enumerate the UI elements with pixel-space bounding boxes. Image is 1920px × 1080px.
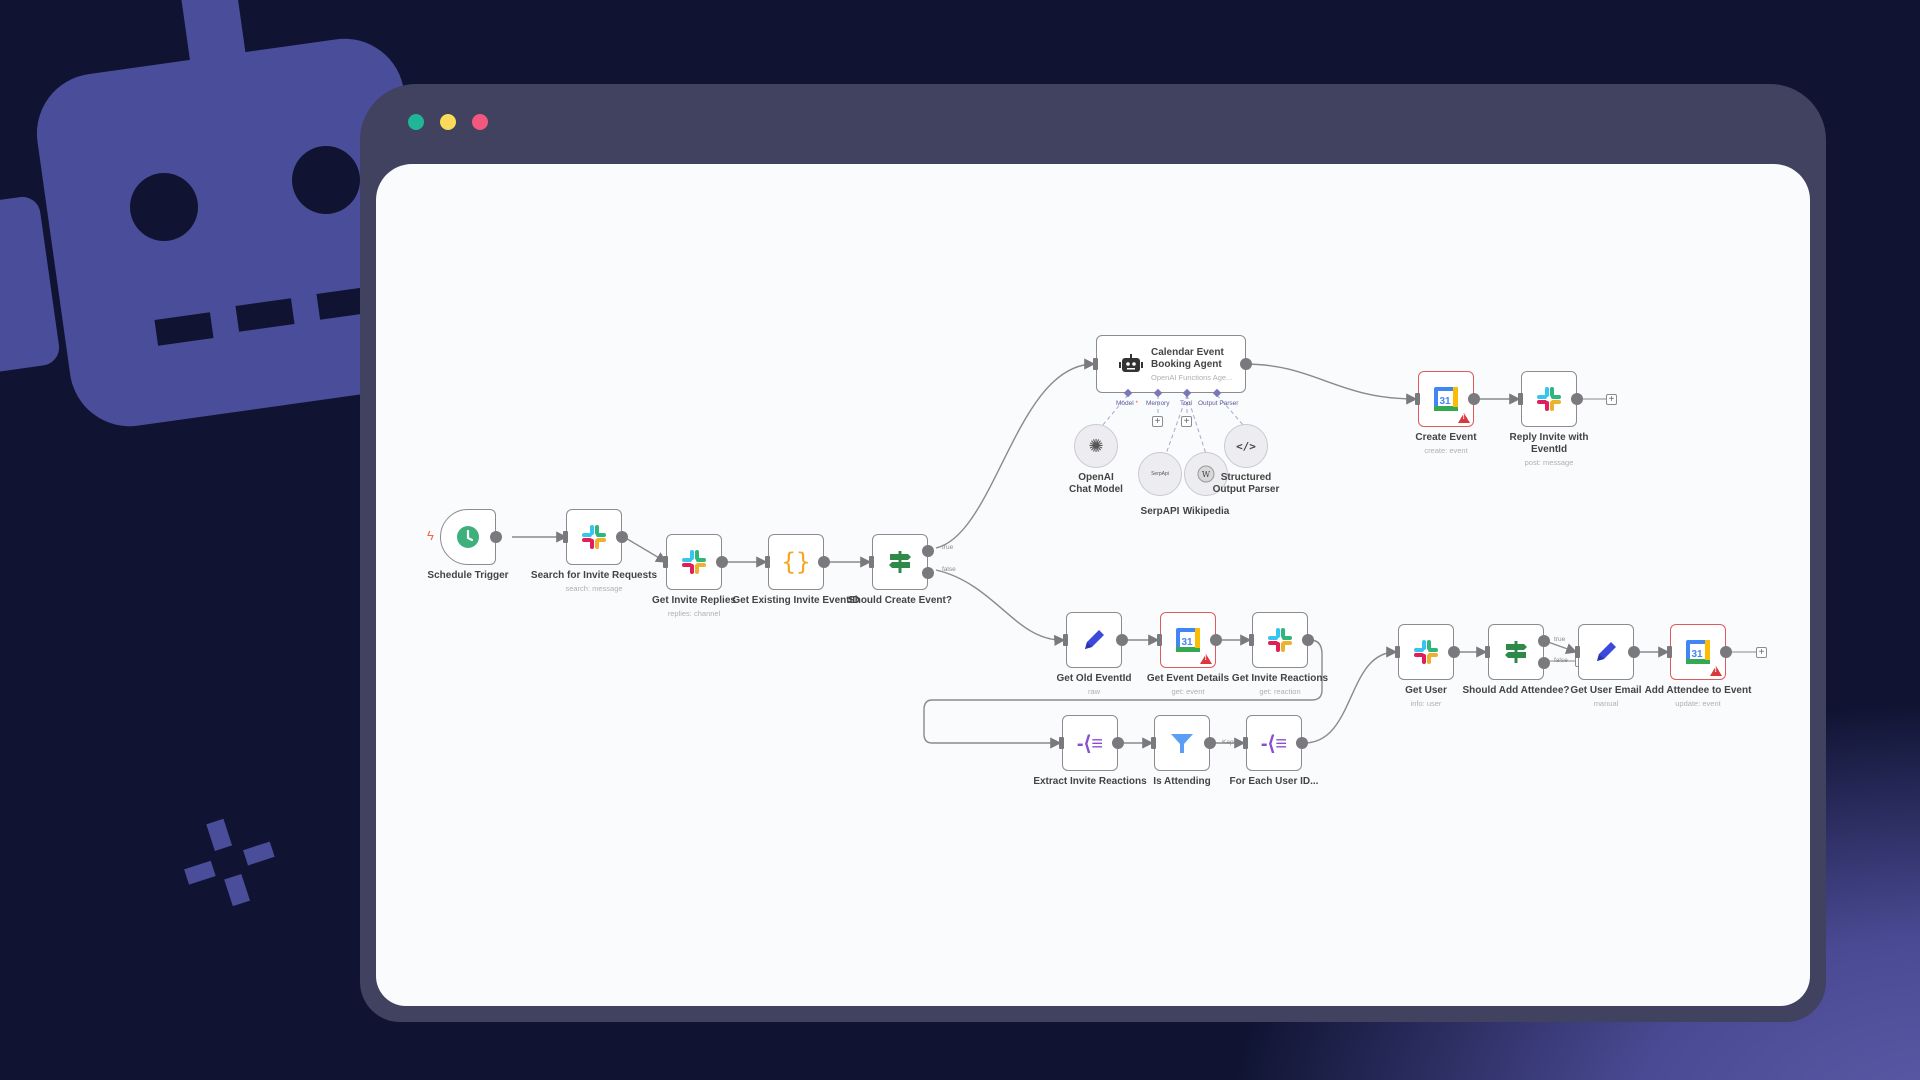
node-get-existing-invite-eventid[interactable]: {}	[765, 534, 830, 590]
output-label-kept: Kept	[1222, 739, 1236, 746]
openai-icon: ✺	[1088, 435, 1104, 456]
node-get-invite-reactions[interactable]	[1249, 612, 1314, 668]
port-label-memory: Memory	[1146, 400, 1170, 407]
node-extract-invite-reactions[interactable]: -⟨≡	[1059, 715, 1124, 771]
code-tag-icon: </>	[1236, 439, 1256, 453]
node-label: Get Invite Reactions get: reaction	[1231, 673, 1329, 696]
node-label: Schedule Trigger	[427, 570, 509, 581]
output-label-false: false	[1554, 657, 1568, 664]
node-label: Search for Invite Requests search: messag…	[530, 570, 658, 593]
node-label: For Each User ID...	[1229, 776, 1319, 787]
google-calendar-icon: 31	[1686, 640, 1710, 664]
edge-true-agent	[935, 358, 1096, 549]
agent-title: Calendar Event Booking Agent	[1151, 346, 1224, 370]
svg-text:31: 31	[1439, 396, 1451, 407]
node-get-user[interactable]	[1395, 624, 1460, 680]
workflow-canvas[interactable]: ϟ Schedule Trigger Search for Invite Req…	[376, 164, 1810, 1006]
clock-icon	[457, 526, 479, 548]
node-get-invite-replies[interactable]	[663, 534, 728, 590]
google-calendar-icon: 31	[1176, 628, 1200, 652]
edge-true-getemail	[1547, 641, 1578, 654]
svg-text:31: 31	[1691, 649, 1703, 660]
slack-icon	[582, 525, 606, 549]
add-memory-button[interactable]: +	[1152, 416, 1163, 427]
split-out-icon: -⟨≡	[1260, 732, 1288, 755]
split-out-icon: -⟨≡	[1076, 732, 1104, 755]
slack-icon	[1414, 640, 1438, 664]
node-openai-chat-model[interactable]: ✺	[1074, 424, 1118, 468]
slack-icon	[682, 550, 706, 574]
trigger-bolt-icon: ϟ	[427, 528, 434, 543]
node-label: Should Create Event?	[848, 595, 952, 606]
port-label-output-parser: Output Parser	[1198, 400, 1239, 407]
slack-icon	[1537, 387, 1561, 411]
node-is-attending[interactable]	[1151, 715, 1216, 771]
node-label: Add Attendee to Event update: event	[1644, 685, 1752, 708]
filter-icon	[1171, 734, 1193, 753]
window-close-button[interactable]	[408, 114, 424, 130]
port-label-tool: Tool	[1180, 400, 1192, 407]
signpost-icon	[1505, 641, 1527, 663]
edge-agent-create	[1243, 363, 1418, 405]
node-label: Structured Output Parser	[1212, 472, 1280, 495]
warning-icon[interactable]	[1200, 654, 1212, 664]
robot-decoration	[0, 0, 420, 427]
add-node-button[interactable]: +	[1756, 647, 1767, 658]
window-minimize-button[interactable]	[440, 114, 456, 130]
pencil-icon	[1085, 630, 1104, 649]
warning-icon[interactable]	[1710, 666, 1722, 676]
node-add-attendee-to-event[interactable]: 31	[1667, 624, 1732, 680]
node-serpapi[interactable]: SerpApi	[1138, 452, 1182, 496]
window-maximize-button[interactable]	[472, 114, 488, 130]
node-get-old-eventid[interactable]	[1063, 612, 1128, 668]
add-tool-button[interactable]: +	[1181, 416, 1192, 427]
signpost-icon	[889, 551, 911, 573]
node-search-invite-requests[interactable]	[563, 509, 628, 565]
node-get-event-details[interactable]: 31	[1157, 612, 1222, 668]
slack-icon	[1268, 628, 1292, 652]
node-calendar-agent[interactable]: Calendar Event Booking Agent OpenAI Func…	[1093, 335, 1252, 393]
browser-window: ϟ Schedule Trigger Search for Invite Req…	[360, 84, 1826, 1022]
output-label-true: true	[1554, 636, 1566, 643]
warning-icon[interactable]	[1458, 413, 1470, 423]
svg-text:31: 31	[1181, 637, 1193, 648]
add-node-button[interactable]: +	[1606, 394, 1617, 405]
edge-search-replies	[623, 536, 668, 563]
node-get-user-email[interactable]	[1575, 624, 1640, 680]
pencil-icon	[1597, 642, 1616, 661]
node-for-each-user-id[interactable]: -⟨≡	[1243, 715, 1308, 771]
node-should-create-event[interactable]	[869, 534, 934, 590]
serpapi-icon: SerpApi	[1151, 471, 1169, 477]
code-braces-icon: {}	[781, 548, 811, 576]
node-schedule-trigger[interactable]: ϟ	[427, 509, 502, 565]
node-label: Reply Invite with EventId post: message	[1509, 432, 1589, 467]
robot-icon	[1119, 354, 1143, 372]
node-structured-output-parser[interactable]: </>	[1224, 424, 1268, 468]
google-calendar-icon: 31	[1434, 387, 1458, 411]
port-label-model: Model *	[1116, 400, 1139, 407]
node-reply-invite-with-eventid[interactable]	[1518, 371, 1583, 427]
node-should-add-attendee[interactable]	[1485, 624, 1550, 680]
node-label: Wikipedia	[1182, 506, 1230, 517]
node-create-event[interactable]: 31	[1415, 371, 1480, 427]
output-label-true: true	[942, 544, 954, 551]
sparkle-decoration	[184, 818, 275, 907]
agent-subtitle: OpenAI Functions Age...	[1151, 372, 1233, 382]
output-label-false: false	[942, 566, 956, 573]
